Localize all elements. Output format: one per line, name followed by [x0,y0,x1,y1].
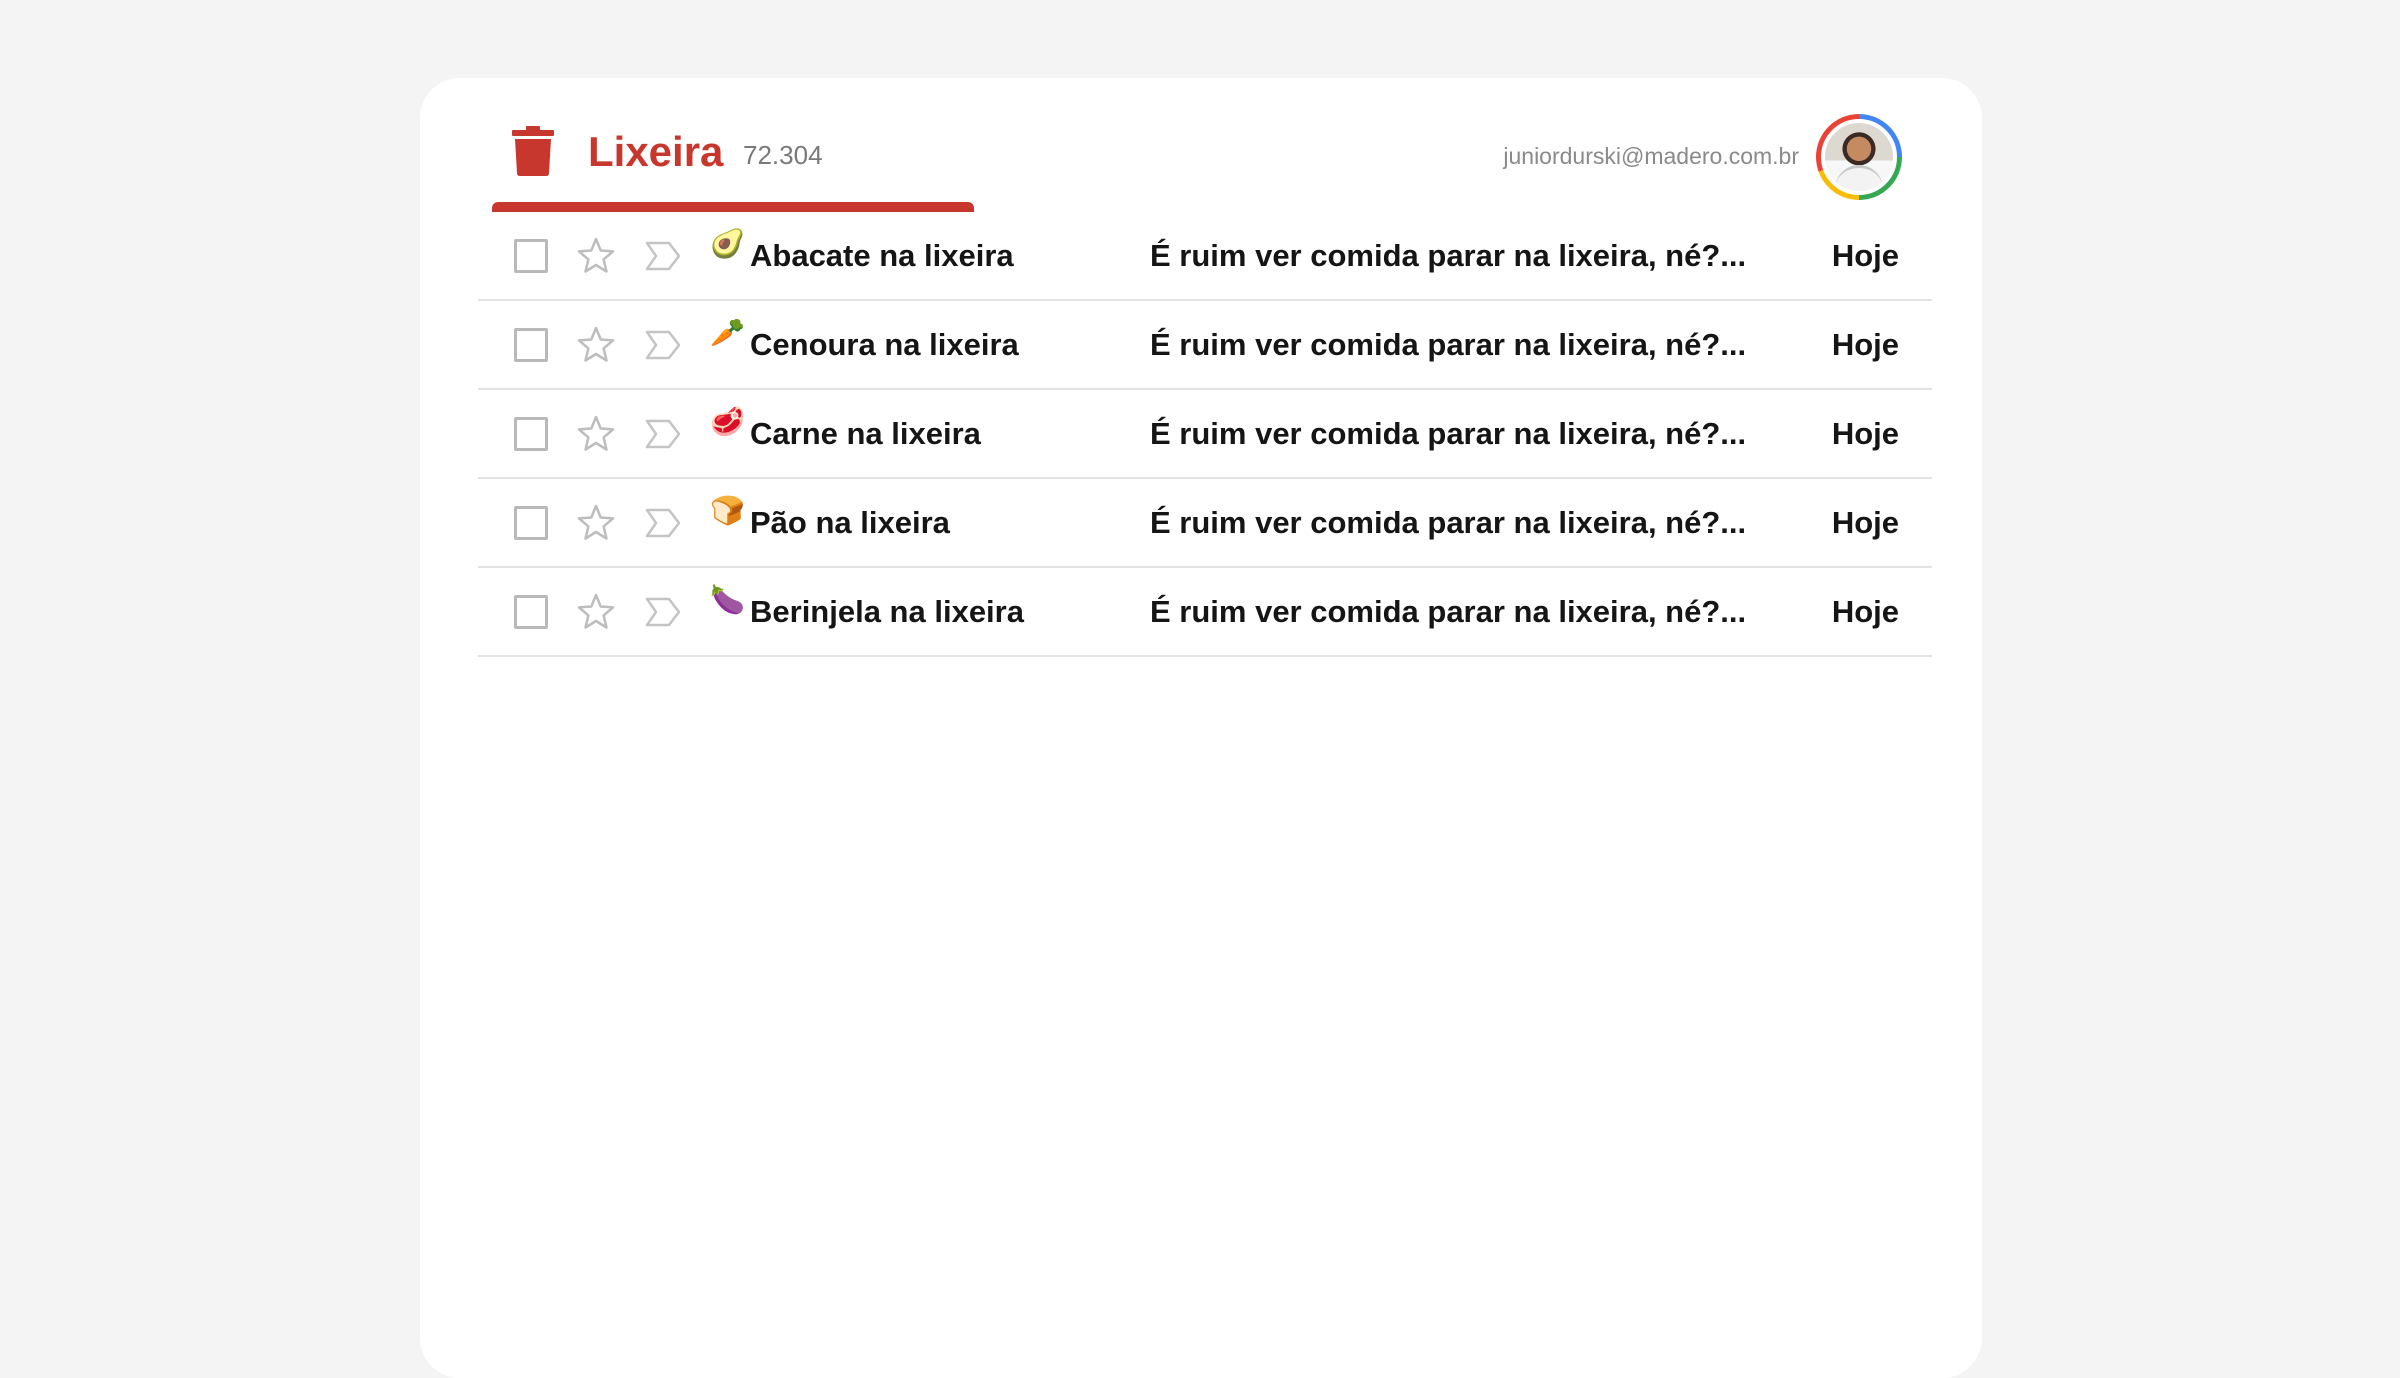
avatar-photo [1821,119,1897,195]
folder-title[interactable]: Lixeira [588,128,723,176]
message-sender: Pão na lixeira [750,505,950,540]
select-checkbox[interactable] [514,417,548,451]
important-marker-icon[interactable] [644,507,682,539]
important-marker-icon[interactable] [644,240,682,272]
select-checkbox[interactable] [514,239,548,273]
message-subject: É ruim ver comida parar na lixeira, né?.… [1150,238,1747,273]
star-icon[interactable] [576,592,616,632]
bread-icon: 🍞 [710,495,745,526]
message-sender: Cenoura na lixeira [750,327,1019,362]
message-date: Hoje [1831,327,1899,362]
avocado-icon: 🥑 [710,228,745,259]
message-sender: Carne na lixeira [750,416,981,451]
select-checkbox[interactable] [514,595,548,629]
table-row[interactable]: 🥩 Carne na lixeira É ruim ver comida par… [478,390,1932,479]
message-subject: É ruim ver comida parar na lixeira, né?.… [1150,416,1747,451]
message-subject: É ruim ver comida parar na lixeira, né?.… [1150,505,1747,540]
eggplant-icon: 🍆 [710,584,745,615]
star-icon[interactable] [576,325,616,365]
message-subject: É ruim ver comida parar na lixeira, né?.… [1150,594,1747,629]
avatar[interactable] [1816,114,1902,200]
tab-active-indicator [492,202,974,212]
star-icon[interactable] [576,414,616,454]
message-date: Hoje [1831,594,1899,629]
message-count: 72.304 [743,140,823,170]
important-marker-icon[interactable] [644,418,682,450]
table-row[interactable]: 🍆 Berinjela na lixeira É ruim ver comida… [478,568,1932,657]
star-icon[interactable] [576,503,616,543]
message-date: Hoje [1831,238,1899,273]
message-date: Hoje [1831,505,1899,540]
table-row[interactable]: 🥑 Abacate na lixeira É ruim ver comida p… [478,212,1932,301]
important-marker-icon[interactable] [644,329,682,361]
message-sender: Berinjela na lixeira [750,594,1024,629]
carrot-icon: 🥕 [710,317,745,348]
account-email: juniordurski@madero.com.br [1503,143,1799,169]
star-icon[interactable] [576,236,616,276]
table-row[interactable]: 🍞 Pão na lixeira É ruim ver comida parar… [478,479,1932,568]
message-sender: Abacate na lixeira [750,238,1014,273]
message-date: Hoje [1831,416,1899,451]
important-marker-icon[interactable] [644,596,682,628]
select-checkbox[interactable] [514,328,548,362]
select-checkbox[interactable] [514,506,548,540]
mail-header: Lixeira 72.304 juniordurski@madero.com.b… [420,78,1982,228]
meat-icon: 🥩 [710,406,745,437]
table-row[interactable]: 🥕 Cenoura na lixeira É ruim ver comida p… [478,301,1932,390]
message-subject: É ruim ver comida parar na lixeira, né?.… [1150,327,1747,362]
mail-window: Lixeira 72.304 juniordurski@madero.com.b… [420,78,1982,1378]
message-list: 🥑 Abacate na lixeira É ruim ver comida p… [478,212,1932,657]
trash-icon [512,126,554,176]
